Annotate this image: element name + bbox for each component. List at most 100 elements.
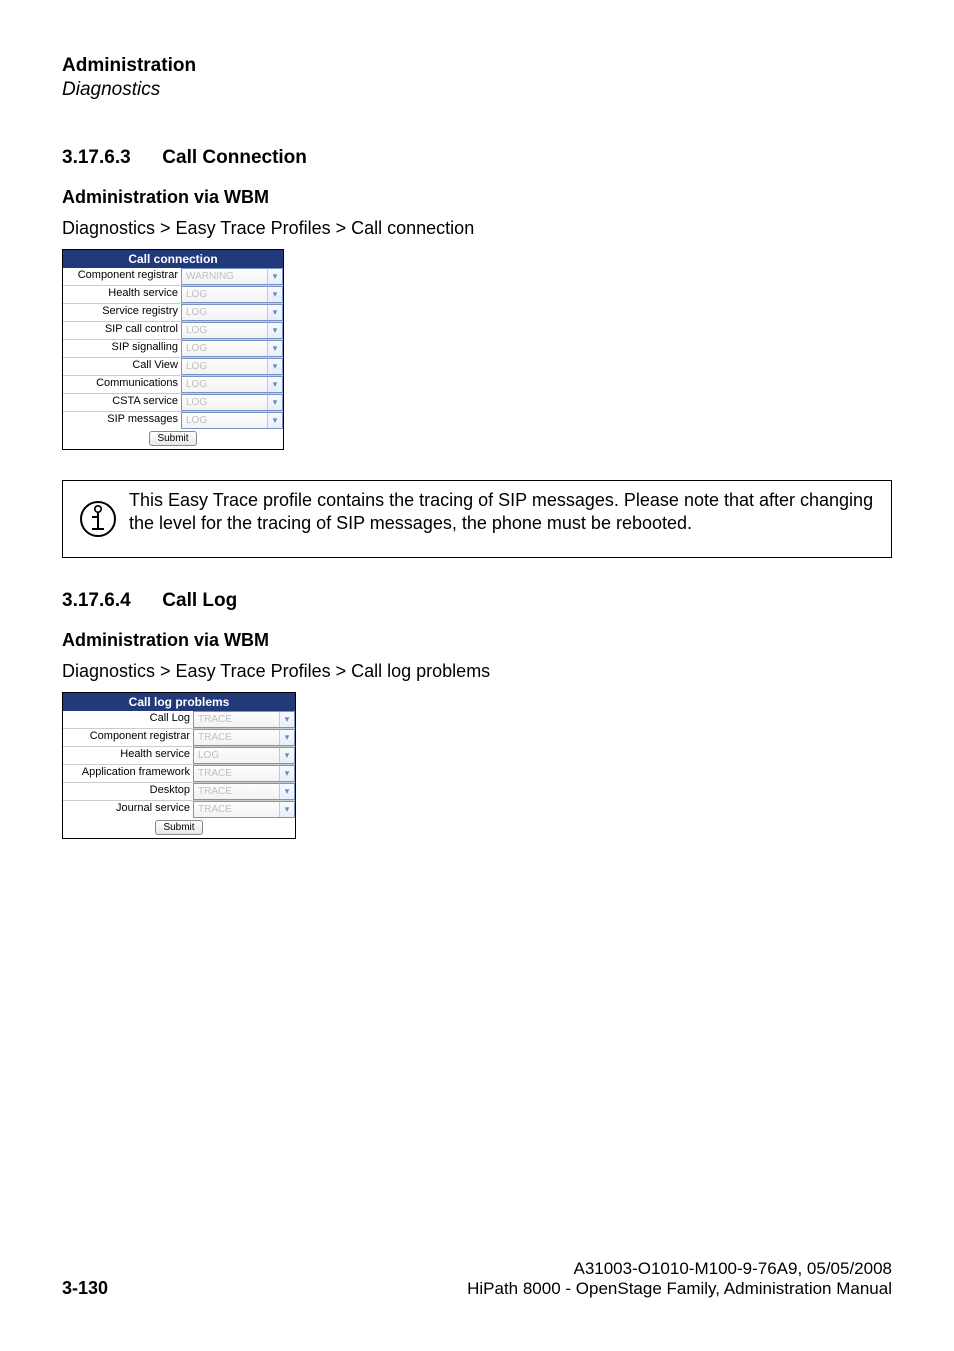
level-select[interactable]: LOG ▾ [181, 412, 283, 429]
chevron-down-icon: ▾ [267, 269, 282, 284]
setting-label: SIP call control [63, 322, 181, 339]
level-select[interactable]: TRACE ▾ [193, 729, 295, 746]
chevron-down-icon: ▾ [279, 784, 294, 799]
setting-label: SIP signalling [63, 340, 181, 357]
chevron-down-icon: ▾ [267, 323, 282, 338]
call-log-problems-panel: Call log problems Call LogTRACE▾Componen… [62, 692, 296, 839]
section-title: Call Connection [162, 147, 307, 168]
select-value: LOG [186, 344, 207, 354]
setting-label: Component registrar [63, 729, 193, 746]
chevron-down-icon: ▾ [267, 341, 282, 356]
select-value: TRACE [198, 787, 232, 797]
chevron-down-icon: ▾ [279, 802, 294, 817]
breadcrumb: Diagnostics > Easy Trace Profiles > Call… [62, 661, 892, 682]
breadcrumb: Diagnostics > Easy Trace Profiles > Call… [62, 218, 892, 239]
setting-row: Desktop TRACE ▾ [63, 782, 295, 800]
doc-title: HiPath 8000 - OpenStage Family, Administ… [467, 1279, 892, 1299]
select-value: LOG [198, 751, 219, 761]
level-select[interactable]: LOG ▾ [181, 304, 283, 321]
setting-label: Application framework [63, 765, 193, 782]
setting-row: Journal service TRACE ▾ [63, 800, 295, 818]
setting-row: SIP signalling LOG ▾ [63, 339, 283, 357]
setting-row: Call View LOG ▾ [63, 357, 283, 375]
chevron-down-icon: ▾ [267, 413, 282, 428]
level-select[interactable]: LOG ▾ [181, 376, 283, 393]
setting-label: SIP messages [63, 412, 181, 429]
level-select[interactable]: LOG ▾ [181, 322, 283, 339]
setting-row: SIP messages LOG ▾ [63, 411, 283, 429]
level-select[interactable]: LOG ▾ [181, 286, 283, 303]
page-header-subtitle: Diagnostics [62, 79, 892, 101]
setting-row: Component registrar TRACE ▾ [63, 728, 295, 746]
info-note-text: This Easy Trace profile contains the tra… [123, 489, 881, 549]
level-select[interactable]: TRACE ▾ [193, 801, 295, 818]
admin-via-wbm-label: Administration via WBM [62, 630, 892, 651]
select-value: LOG [186, 416, 207, 426]
chevron-down-icon: ▾ [279, 748, 294, 763]
level-select[interactable]: TRACE ▾ [193, 765, 295, 782]
page-footer: 3-130 A31003-O1010-M100-9-76A9, 05/05/20… [62, 1259, 892, 1299]
setting-label: Desktop [63, 783, 193, 800]
setting-label: Health service [63, 286, 181, 303]
setting-row: Communications LOG ▾ [63, 375, 283, 393]
select-value: LOG [186, 308, 207, 318]
setting-row: Application framework TRACE ▾ [63, 764, 295, 782]
level-select[interactable]: WARNING ▾ [181, 268, 283, 285]
select-value: WARNING [186, 272, 234, 282]
setting-label: Journal service [63, 801, 193, 818]
select-value: TRACE [198, 733, 232, 743]
select-value: TRACE [198, 715, 232, 725]
section-number: 3.17.6.3 [62, 147, 157, 169]
page-number: 3-130 [62, 1278, 108, 1299]
section-heading-call-log: 3.17.6.4 Call Log [62, 590, 892, 612]
select-value: LOG [186, 380, 207, 390]
chevron-down-icon: ▾ [279, 712, 294, 727]
select-value: LOG [186, 290, 207, 300]
chevron-down-icon: ▾ [279, 766, 294, 781]
setting-row: Component registrar WARNING ▾ [63, 268, 283, 285]
select-value: LOG [186, 398, 207, 408]
info-note-box: This Easy Trace profile contains the tra… [62, 480, 892, 558]
submit-button[interactable]: Submit [149, 431, 196, 446]
submit-button[interactable]: Submit [155, 820, 202, 835]
setting-label: Service registry [63, 304, 181, 321]
select-value: TRACE [198, 769, 232, 779]
select-value: LOG [186, 362, 207, 372]
chevron-down-icon: ▾ [279, 730, 294, 745]
setting-label: Call View [63, 358, 181, 375]
setting-label: Health service [63, 747, 193, 764]
chevron-down-icon: ▾ [267, 395, 282, 410]
chevron-down-icon: ▾ [267, 359, 282, 374]
level-select[interactable]: LOG ▾ [181, 394, 283, 411]
chevron-down-icon: ▾ [267, 377, 282, 392]
setting-label: Call Log [63, 711, 193, 728]
level-select[interactable]: LOG ▾ [193, 747, 295, 764]
panel-title: Call log problems [63, 693, 295, 711]
section-heading-call-connection: 3.17.6.3 Call Connection [62, 147, 892, 169]
level-select[interactable]: LOG ▾ [181, 340, 283, 357]
setting-row: Health service LOG ▾ [63, 285, 283, 303]
setting-row: Call Log TRACE ▾ [63, 711, 295, 728]
setting-row: Health service LOG ▾ [63, 746, 295, 764]
chevron-down-icon: ▾ [267, 287, 282, 302]
call-connection-panel: Call connection Component registrarWARNI… [62, 249, 284, 450]
admin-via-wbm-label: Administration via WBM [62, 187, 892, 208]
level-select[interactable]: LOG ▾ [181, 358, 283, 375]
section-title: Call Log [162, 590, 237, 611]
page-header-title: Administration [62, 55, 892, 77]
setting-row: CSTA service LOG ▾ [63, 393, 283, 411]
setting-row: Service registry LOG ▾ [63, 303, 283, 321]
setting-row: SIP call control LOG ▾ [63, 321, 283, 339]
level-select[interactable]: TRACE ▾ [193, 783, 295, 800]
level-select[interactable]: TRACE ▾ [193, 711, 295, 728]
setting-label: CSTA service [63, 394, 181, 411]
select-value: TRACE [198, 805, 232, 815]
select-value: LOG [186, 326, 207, 336]
panel-title: Call connection [63, 250, 283, 268]
setting-label: Component registrar [63, 268, 181, 285]
chevron-down-icon: ▾ [267, 305, 282, 320]
section-number: 3.17.6.4 [62, 590, 157, 612]
info-icon [73, 489, 123, 549]
doc-id: A31003-O1010-M100-9-76A9, 05/05/2008 [467, 1259, 892, 1279]
setting-label: Communications [63, 376, 181, 393]
